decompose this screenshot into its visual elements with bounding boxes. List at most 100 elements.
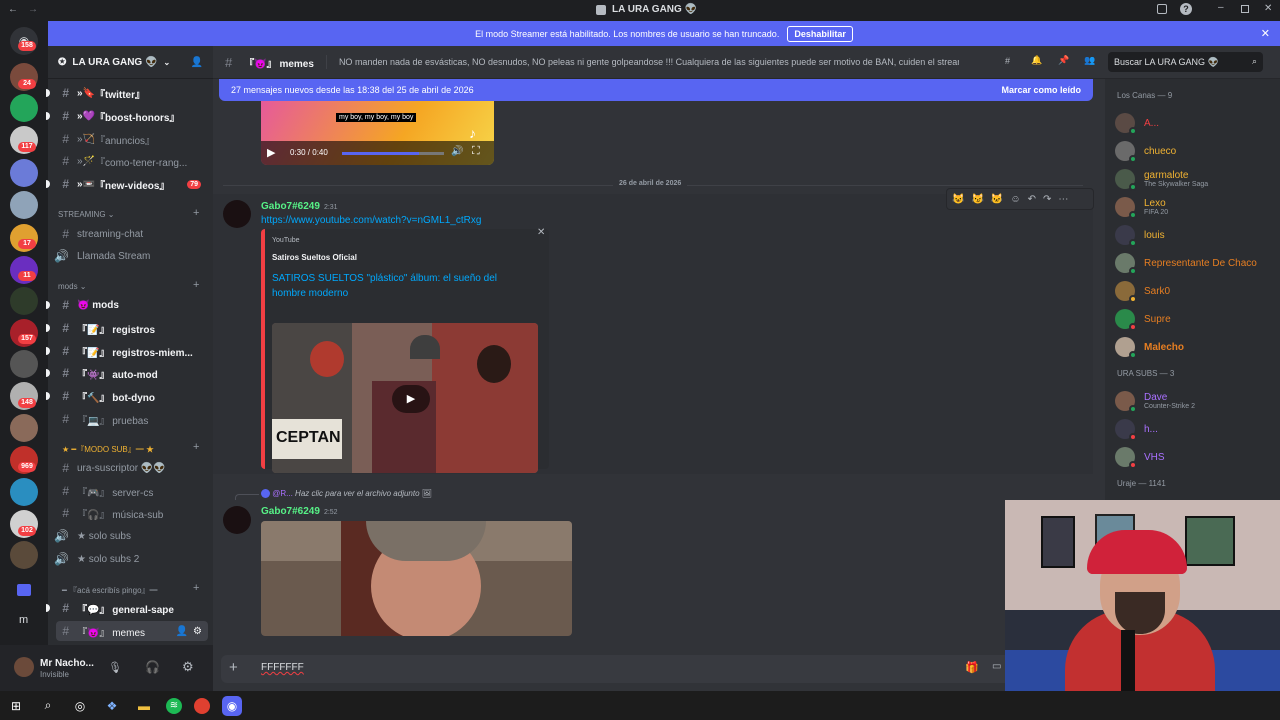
obs-icon[interactable]: ◎ [70,696,90,716]
new-messages-bar[interactable]: 27 mensajes nuevos desde las 18:38 del 2… [219,79,1093,101]
channel-mods[interactable]: # 😈 mods [46,295,213,315]
channel-anuncios[interactable]: # »🏹 『anuncios』 [48,129,213,149]
forward-arrow-icon[interactable]: → [28,4,38,15]
channel-ura-suscriptor[interactable]: # ura-suscriptor 👽👽 [48,458,213,478]
search-input[interactable]: Buscar LA URA GANG 👽 ⌕ [1108,52,1263,72]
channel-bot-dyno[interactable]: # 『🔨』 bot-dyno [46,386,213,406]
message-link[interactable]: https://www.youtube.com/watch?v=nGML1_ct… [261,215,481,226]
member-item[interactable]: garmalote The Skywalker Saga [1115,165,1275,193]
windows-start-icon[interactable]: ⊞ [6,696,26,716]
add-channel-icon[interactable]: + [193,441,199,453]
embed-thumbnail[interactable]: CEPTAN ▶ [272,323,538,473]
chrome-icon[interactable] [194,697,210,714]
gear-icon[interactable]: ⚙ [193,626,202,637]
member-item[interactable]: h... [1115,415,1275,443]
channel-como-tener-rango[interactable]: # »🪄 『como-tener-rang... [48,151,213,171]
add-channel-icon[interactable]: + [193,207,199,219]
reaction-icon[interactable]: 😺 [952,194,964,205]
message-composer[interactable]: + FFFFFFF 🎁 ▭ [221,655,1097,683]
message[interactable]: @R... Haz clic para ver el archivo adjun… [213,486,1093,646]
copilot-icon[interactable]: ❖ [102,696,122,716]
channel-twitter[interactable]: # »🔖 『twitter』 [46,83,213,103]
play-video-icon[interactable]: ▶ [392,385,430,413]
play-icon[interactable]: ▶ [267,146,275,159]
server-icon-14[interactable] [10,478,38,506]
add-reaction-icon[interactable]: ☺ [1010,194,1020,205]
folder-icon[interactable] [17,584,31,596]
spotify-icon[interactable]: ≋ [166,697,182,714]
threads-icon[interactable]: # [1005,56,1010,66]
server-icon-4[interactable] [10,159,38,187]
member-item[interactable]: Malecho [1115,333,1275,361]
reply-user[interactable]: @R... [272,489,293,498]
server-header[interactable]: ✪ LA URA GANG 👽 ⌄ 👤 [48,46,213,79]
reply-icon[interactable]: ↶ [1028,194,1036,205]
member-item[interactable]: Sark0 [1115,277,1275,305]
channel-general-sape[interactable]: # 『💬』 general-sape [46,598,213,618]
attached-image[interactable] [261,521,572,636]
pin-icon[interactable]: 📌 [1058,55,1069,66]
volume-icon[interactable]: 🔊 [451,146,463,157]
avatar[interactable] [14,657,34,677]
embed-title[interactable]: SATIROS SUELTOS "plástico" álbum: el sue… [272,271,512,301]
back-arrow-icon[interactable]: ← [8,4,18,15]
forward-icon[interactable]: ↷ [1043,194,1051,205]
gif-icon[interactable]: ▭ [992,661,1001,672]
category-streaming[interactable]: STREAMING ⌄ + [58,207,199,219]
member-item[interactable]: VHS [1115,443,1275,471]
channel-topic[interactable]: NO manden nada de esvásticas, NO desnudo… [339,57,959,67]
embed-author[interactable]: Satiros Sueltos Oficial [272,253,357,262]
channel-registros-miembros[interactable]: # 『📝』 registros-miem... [46,341,213,361]
file-explorer-icon[interactable]: ▬ [134,696,154,716]
server-icon-16[interactable] [10,541,38,569]
channel-musica-sub[interactable]: # 『🎧』 música-sub [48,503,213,523]
gift-icon[interactable]: 🎁 [965,661,979,674]
add-member-icon[interactable]: 👤 [191,57,203,68]
server-icon-10[interactable] [10,350,38,378]
channel-auto-mod[interactable]: # 『👾』 auto-mod [46,363,213,383]
help-icon[interactable]: ? [1180,3,1192,15]
channel-llamada-stream[interactable]: 🔊 Llamada Stream [48,246,213,266]
channel-new-videos[interactable]: # »📼 『new-videos』 79 [46,174,213,194]
reaction-icon[interactable]: 🐱 [991,194,1003,205]
close-window-icon[interactable]: ✕ [1264,3,1272,14]
channel-server-cs[interactable]: # 『🎮』 server-cs [48,481,213,501]
member-item[interactable]: Lexo FIFA 20 [1115,193,1275,221]
member-item[interactable]: chueco [1115,137,1275,165]
inbox-icon[interactable] [1157,4,1167,14]
channel-memes[interactable]: # 『😈』 memes 👤 ⚙ [56,621,208,641]
category-mods[interactable]: mods ⌄ + [58,279,199,291]
bell-icon[interactable]: 🔔 [1031,55,1042,66]
members-list-icon[interactable]: 👥 [1084,55,1095,66]
message[interactable]: Gabo7#6249 2:31 https://www.youtube.com/w… [213,188,1094,474]
message-author[interactable]: Gabo7#6249 [261,201,320,212]
close-notice-icon[interactable]: ✕ [1261,27,1270,40]
composer-input[interactable]: FFFFFFF [261,662,304,673]
microphone-icon[interactable]: 🎙 [108,661,122,674]
avatar[interactable] [223,200,251,228]
maximize-icon[interactable] [1241,5,1249,13]
search-icon[interactable]: ⌕ [38,696,58,716]
channel-solo-subs[interactable]: 🔊 ★ solo subs [48,526,213,546]
server-icon-12[interactable] [10,414,38,442]
server-icon-m[interactable]: m [19,614,28,626]
discord-icon[interactable]: ◉ [222,695,242,716]
category-modo-sub[interactable]: ★ ━『MODO SUB』━ ★ + [62,441,199,455]
server-icon-2[interactable] [10,94,38,122]
add-channel-icon[interactable]: + [193,279,199,291]
fullscreen-icon[interactable]: ⛶ [472,145,480,158]
member-item[interactable]: Dave Counter-Strike 2 [1115,387,1275,415]
reply-preview[interactable]: @R... Haz clic para ver el archivo adjun… [261,489,432,499]
add-channel-icon[interactable]: + [193,582,199,594]
video-progress-track[interactable] [342,152,444,155]
user-settings-gear-icon[interactable]: ⚙ [182,659,194,675]
server-icon-8[interactable] [10,287,38,315]
member-item[interactable]: A... [1115,109,1275,137]
close-embed-icon[interactable]: ✕ [537,227,545,238]
add-attachment-icon[interactable]: + [229,659,238,676]
more-icon[interactable]: ⋯ [1058,194,1068,205]
server-icon-5[interactable] [10,191,38,219]
disable-streamer-button[interactable]: Deshabilitar [787,25,853,42]
channel-boost-honors[interactable]: # »💜 『boost-honors』 [46,106,213,126]
message-author[interactable]: Gabo7#6249 [261,506,320,517]
